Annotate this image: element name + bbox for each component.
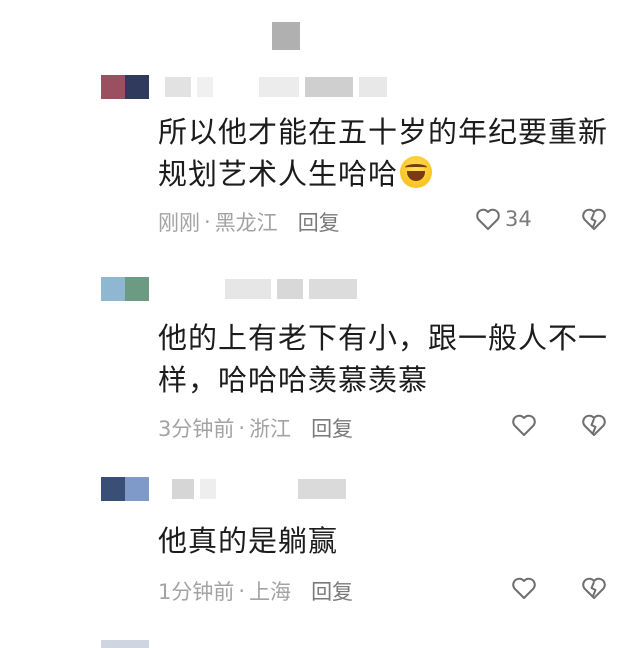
avatar[interactable] <box>101 75 149 99</box>
comment-text: 他的上有老下有小，跟一般人不一 样，哈哈哈羡慕羡慕 <box>158 321 609 397</box>
heart-outline-icon <box>512 577 536 599</box>
reply-button[interactable]: 回复 <box>298 207 340 237</box>
comment-text: 他真的是躺赢 <box>158 524 339 558</box>
comment-location: 浙江 <box>249 417 292 441</box>
comment-time: 刚刚 <box>158 211 200 235</box>
meta-separator: · <box>204 210 211 234</box>
rolling-laughing-emoji-icon <box>400 156 433 188</box>
broken-heart-icon <box>582 414 606 436</box>
comment-meta: 1分钟前 · 上海 回复 <box>158 576 353 606</box>
dislike-button[interactable] <box>581 413 607 441</box>
like-count: 34 <box>505 207 532 231</box>
like-button[interactable] <box>511 413 537 437</box>
reply-button[interactable]: 回复 <box>311 413 353 443</box>
meta-separator: · <box>238 579 246 603</box>
username-blurred[interactable] <box>165 77 387 97</box>
meta-separator: · <box>238 416 246 440</box>
username-blurred[interactable] <box>172 479 346 499</box>
broken-heart-icon <box>582 208 606 230</box>
heart-outline-icon <box>512 414 536 436</box>
comment-time: 1分钟前 <box>158 580 235 604</box>
username-blurred[interactable] <box>225 279 357 299</box>
comment-meta: 3分钟前 · 浙江 回复 <box>158 413 353 443</box>
like-button[interactable] <box>511 576 537 600</box>
avatar[interactable] <box>101 477 149 501</box>
comment-location: 上海 <box>249 580 292 604</box>
broken-heart-icon <box>582 577 606 599</box>
comment-time: 3分钟前 <box>158 417 235 441</box>
comment-meta: 刚刚 · 黑龙江 回复 <box>158 207 340 237</box>
avatar[interactable] <box>101 277 149 301</box>
dislike-button[interactable] <box>581 207 607 235</box>
blurred-avatar-top <box>272 22 300 50</box>
blurred-avatar-bottom <box>101 640 149 648</box>
heart-outline-icon <box>476 208 500 230</box>
dislike-button[interactable] <box>581 576 607 604</box>
like-button[interactable]: 34 <box>475 207 532 231</box>
comment-text: 所以他才能在五十岁的年纪要重新 规划艺术人生哈哈 <box>158 115 609 191</box>
comment-location: 黑龙江 <box>214 211 278 235</box>
reply-button[interactable]: 回复 <box>311 576 353 606</box>
